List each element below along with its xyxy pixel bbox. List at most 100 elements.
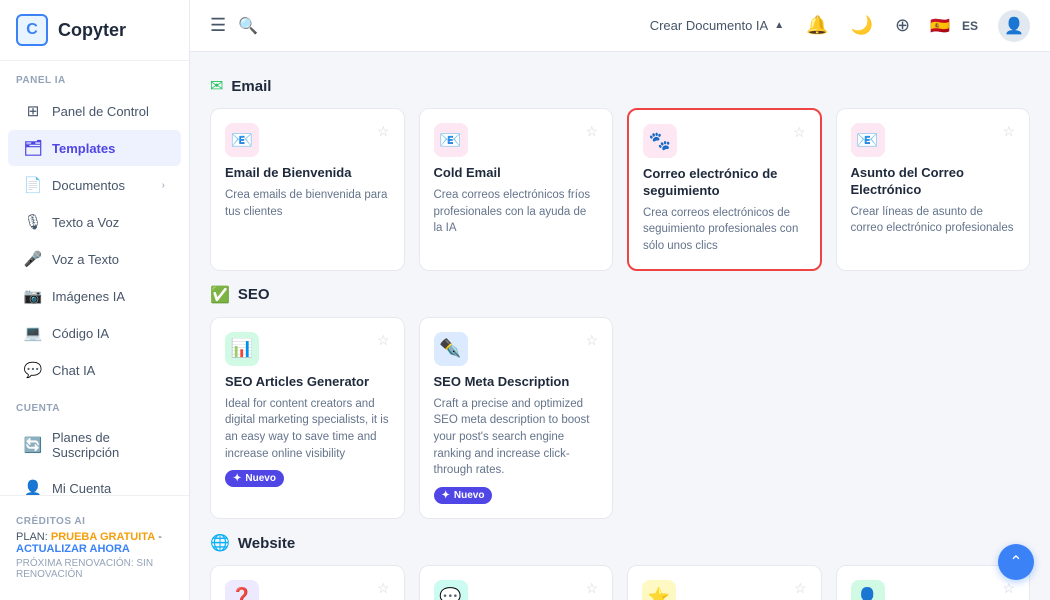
star-icon[interactable]: ☆	[585, 332, 598, 349]
card-top: ✒️ ☆	[434, 332, 599, 366]
card-icon: ❓	[225, 580, 259, 600]
card-title: SEO Meta Description	[434, 374, 599, 391]
logo-name: Copyter	[58, 20, 126, 41]
card-seo-meta[interactable]: ✒️ ☆ SEO Meta Description Craft a precis…	[419, 317, 614, 519]
sidebar-item-imagenes[interactable]: 📷 Imágenes IA	[8, 278, 181, 314]
expand-icon[interactable]: ⊕	[895, 15, 910, 36]
card-title: Asunto del Correo Electrónico	[851, 165, 1016, 199]
templates-icon: 🗂	[24, 139, 42, 157]
sidebar-item-label: Mi Cuenta	[52, 481, 111, 496]
section-email-header: ✉ Email	[210, 76, 1030, 96]
search-icon[interactable]: 🔍	[238, 16, 258, 36]
card-desc: Crea correos electrónicos fríos profesio…	[434, 187, 599, 237]
camera-icon: 📷	[24, 287, 42, 305]
mic-icon: 🎙	[24, 213, 42, 231]
card-top: ❓ ☆	[225, 580, 390, 600]
sidebar: C Copyter PANEL IA ⊞ Panel de Control 🗂 …	[0, 0, 190, 600]
card-desc: Craft a precise and optimized SEO meta d…	[434, 396, 599, 479]
section-website-header: 🌐 Website	[210, 533, 1030, 553]
star-icon[interactable]: ☆	[377, 332, 390, 349]
nuevo-badge: ✦ Nuevo	[225, 470, 284, 487]
card-icon: 📧	[225, 123, 259, 157]
card-email-bienvenida[interactable]: 📧 ☆ Email de Bienvenida Crea emails de b…	[210, 108, 405, 271]
card-desc: Crea emails de bienvenida para tus clien…	[225, 187, 390, 220]
card-top: 💬 ☆	[434, 580, 599, 600]
card-seo-articles[interactable]: 📊 ☆ SEO Articles Generator Ideal for con…	[210, 317, 405, 519]
card-top: ⭐ ☆	[642, 580, 807, 600]
website-section-title: Website	[238, 535, 295, 552]
update-link[interactable]: ACTUALIZAR AHORA	[16, 543, 130, 555]
sidebar-item-mi-cuenta[interactable]: 👤 Mi Cuenta	[8, 470, 181, 495]
card-faqs[interactable]: ❓ ☆ FAQs	[210, 565, 405, 600]
plan-separator: -	[158, 531, 162, 543]
sidebar-item-planes[interactable]: 🔄 Planes de Suscripción	[8, 421, 181, 469]
sidebar-item-texto-voz[interactable]: 🎙 Texto a Voz	[8, 204, 181, 240]
card-title: Correo electrónico de seguimiento	[643, 166, 806, 200]
sidebar-item-panel[interactable]: ⊞ Panel de Control	[8, 93, 181, 129]
card-correo-seguimiento[interactable]: 🐾 ☆ Correo electrónico de seguimiento Cr…	[627, 108, 822, 271]
avatar[interactable]: 👤	[998, 10, 1030, 42]
bell-icon[interactable]: 🔔	[806, 15, 828, 36]
sidebar-item-label: Voz a Texto	[52, 252, 119, 267]
seo-section-icon: ✅	[210, 285, 230, 305]
crear-label: Crear Documento IA	[650, 18, 769, 33]
sidebar-item-templates[interactable]: 🗂 Templates	[8, 130, 181, 166]
email-section-title: Email	[231, 78, 271, 95]
plan-text: PLAN:	[16, 531, 48, 543]
seo-cards-grid: 📊 ☆ SEO Articles Generator Ideal for con…	[210, 317, 1030, 519]
sidebar-item-label: Imágenes IA	[52, 289, 125, 304]
card-title: Cold Email	[434, 165, 599, 182]
website-cards-grid: ❓ ☆ FAQs 💬 ☆ FAQ Answers ⭐ ☆	[210, 565, 1030, 600]
email-section-icon: ✉	[210, 76, 223, 96]
star-icon[interactable]: ☆	[793, 124, 806, 141]
moon-icon[interactable]: 🌙	[851, 15, 873, 36]
sidebar-item-label: Panel de Control	[52, 104, 149, 119]
card-testimonials[interactable]: ⭐ ☆ Testimonials / Reviews	[627, 565, 822, 600]
card-icon: 📧	[434, 123, 468, 157]
card-asunto-correo[interactable]: 📧 ☆ Asunto del Correo Electrónico Crear …	[836, 108, 1031, 271]
spark-icon: ✦	[442, 490, 450, 501]
card-desc: Ideal for content creators and digital m…	[225, 396, 390, 463]
sidebar-item-chat[interactable]: 💬 Chat IA	[8, 352, 181, 388]
sidebar-bottom: CRÉDITOS AI PLAN: PRUEBA GRATUITA - ACTU…	[0, 495, 189, 600]
sidebar-item-codigo[interactable]: 💻 Código IA	[8, 315, 181, 351]
card-faq-answers[interactable]: 💬 ☆ FAQ Answers	[419, 565, 614, 600]
card-title: Email de Bienvenida	[225, 165, 390, 182]
card-top: 📧 ☆	[434, 123, 599, 157]
star-icon[interactable]: ☆	[794, 580, 807, 597]
star-icon[interactable]: ☆	[585, 123, 598, 140]
plans-icon: 🔄	[24, 436, 42, 454]
crear-documento-button[interactable]: Crear Documento IA ▲	[650, 18, 784, 33]
code-icon: 💻	[24, 324, 42, 342]
user-icon: 👤	[24, 479, 42, 495]
nuevo-badge: ✦ Nuevo	[434, 487, 493, 504]
card-cold-email[interactable]: 📧 ☆ Cold Email Crea correos electrónicos…	[419, 108, 614, 271]
panel-label: PANEL IA	[0, 61, 189, 92]
menu-icon[interactable]: ☰	[210, 15, 226, 36]
star-icon[interactable]: ☆	[377, 580, 390, 597]
card-desc: Crear líneas de asunto de correo electró…	[851, 204, 1016, 237]
star-icon[interactable]: ☆	[585, 580, 598, 597]
sidebar-item-documentos[interactable]: 📄 Documentos ›	[8, 167, 181, 203]
scroll-top-button[interactable]: ⌃	[998, 544, 1034, 580]
content-area: ✉ Email 📧 ☆ Email de Bienvenida Crea ema…	[190, 52, 1050, 600]
section-seo-header: ✅ SEO	[210, 285, 1030, 305]
star-icon[interactable]: ☆	[1002, 580, 1015, 597]
voice-icon: 🎤	[24, 250, 42, 268]
sidebar-item-label: Planes de Suscripción	[52, 430, 165, 460]
card-icon: ⭐	[642, 580, 676, 600]
star-icon[interactable]: ☆	[377, 123, 390, 140]
grid-icon: ⊞	[24, 102, 42, 120]
card-icon: 👤	[851, 580, 885, 600]
sidebar-item-voz-texto[interactable]: 🎤 Voz a Texto	[8, 241, 181, 277]
chat-icon: 💬	[24, 361, 42, 379]
card-icon: 🐾	[643, 124, 677, 158]
main: ☰ 🔍 Crear Documento IA ▲ 🔔 🌙 ⊕ 🇪🇸 ES 👤 ✉…	[190, 0, 1050, 600]
topbar: ☰ 🔍 Crear Documento IA ▲ 🔔 🌙 ⊕ 🇪🇸 ES 👤	[190, 0, 1050, 52]
chevron-up-icon: ⌃	[1009, 552, 1022, 572]
card-icon: 📧	[851, 123, 885, 157]
card-top: 📊 ☆	[225, 332, 390, 366]
credits-renewal: PRÓXIMA RENOVACIÓN: SIN RENOVACIÓN	[16, 558, 173, 580]
plan-free: PRUEBA GRATUITA	[51, 531, 155, 543]
star-icon[interactable]: ☆	[1002, 123, 1015, 140]
